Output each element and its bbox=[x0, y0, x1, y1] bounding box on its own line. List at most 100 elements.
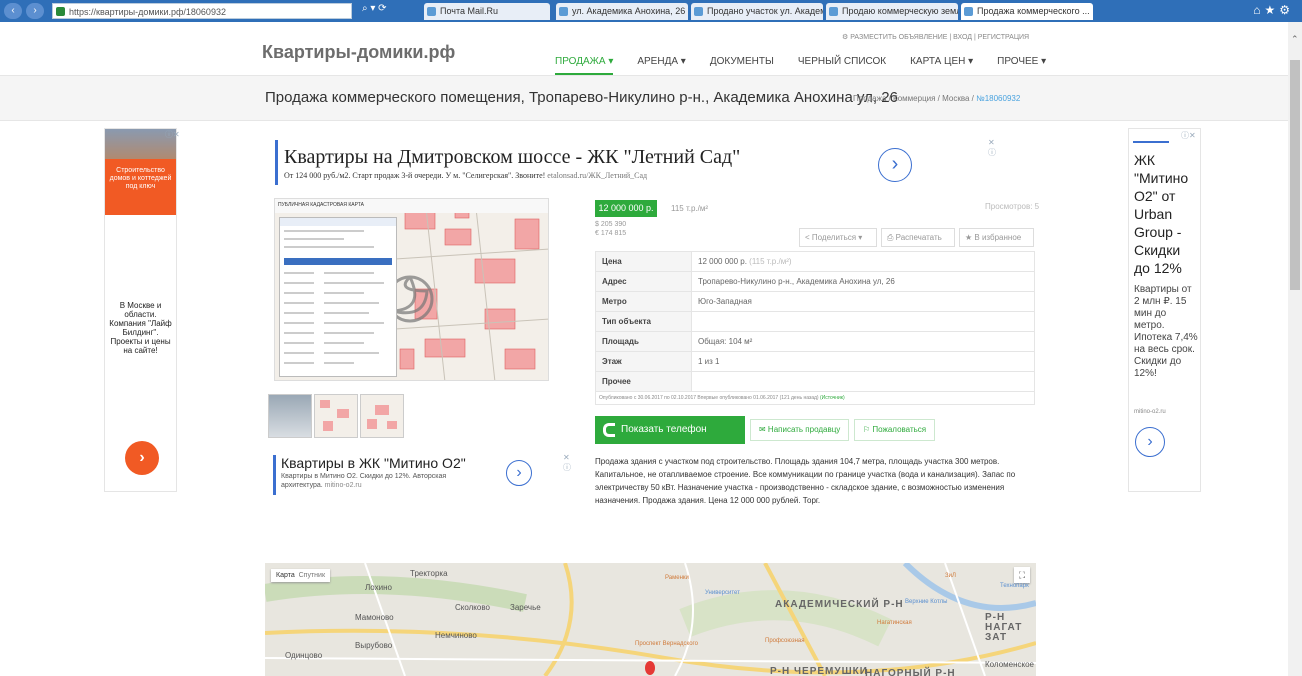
ad-close-icon[interactable]: ✕ ⓘ bbox=[563, 453, 571, 473]
map-poi: Раменки bbox=[665, 575, 689, 581]
map-label: Вырубово bbox=[355, 641, 393, 650]
cadastral-panel-rows bbox=[280, 218, 396, 364]
ad-info-icon[interactable]: ⓘ✕ bbox=[165, 129, 180, 140]
currency-prices: $ 205 390 € 174 815 bbox=[595, 220, 626, 238]
map-type-satellite[interactable]: Спутник bbox=[299, 572, 325, 579]
map-district-label: Р-Н НАГАТ ЗАТ bbox=[985, 612, 1023, 643]
forward-icon[interactable]: › bbox=[26, 3, 44, 19]
views-count: Просмотров: 5 bbox=[985, 202, 1040, 211]
map-poi: ЗиЛ bbox=[945, 573, 956, 579]
ad-close-icon[interactable]: ✕ ⓘ bbox=[988, 138, 996, 158]
nav-other[interactable]: ПРОЧЕЕ ▾ bbox=[997, 56, 1046, 75]
photo-thumbnail-3[interactable] bbox=[360, 394, 404, 438]
ad2-arrow-icon[interactable]: › bbox=[506, 460, 532, 486]
nav-price-map[interactable]: КАРТА ЦЕН ▾ bbox=[910, 56, 973, 75]
ad2-headline[interactable]: Квартиры в ЖК "Митино О2" bbox=[281, 455, 466, 471]
page-scrollbar[interactable]: ⌃ bbox=[1288, 22, 1302, 676]
photo-thumbnail-2[interactable] bbox=[314, 394, 358, 438]
page-title: Продажа коммерческого помещения, Тропаре… bbox=[265, 89, 898, 106]
details-row-floor: Этаж 1 из 1 bbox=[596, 352, 1034, 372]
map-poi: Верхние Котлы bbox=[905, 599, 948, 605]
banner-arrow-icon[interactable]: › bbox=[878, 148, 912, 182]
published-info: Опубликовано с 30.06.2017 по 02.10.2017 … bbox=[599, 395, 845, 401]
map-label: Заречье bbox=[510, 603, 541, 612]
map-label: Лохино bbox=[365, 583, 392, 592]
price-eur: € 174 815 bbox=[595, 230, 627, 237]
breadcrumb-path[interactable]: Продажа / Коммерция / Москва / bbox=[853, 94, 976, 103]
location-map[interactable]: Карта Спутник ⛶ Тректорка Лохино Мамонов… bbox=[265, 563, 1036, 676]
tab-2[interactable]: ул. Академика Анохина, 26 п... bbox=[556, 3, 688, 20]
map-poi: Проспект Вернадского bbox=[635, 641, 698, 647]
address-bar[interactable]: https://квартиры-домики.рф/18060932 bbox=[52, 3, 352, 19]
back-icon[interactable]: ‹ bbox=[4, 3, 22, 19]
tab-favicon-icon bbox=[694, 7, 703, 16]
site-icon bbox=[56, 7, 65, 16]
refresh-icon[interactable]: ⌕ ▾ ⟳ bbox=[362, 3, 387, 14]
tab-favicon-icon bbox=[559, 7, 568, 16]
source-link[interactable]: (Источник) bbox=[820, 395, 845, 401]
thumb-map-graphic bbox=[320, 400, 349, 431]
ad-info-icon[interactable]: ⓘ✕ bbox=[1181, 130, 1196, 141]
browser-home-star-gear-icons[interactable]: ⌂★⚙ bbox=[1253, 3, 1294, 17]
show-phone-button[interactable]: Показать телефон bbox=[595, 416, 745, 444]
ad-arrow-icon[interactable]: › bbox=[1135, 427, 1165, 457]
banner-ad[interactable]: Квартиры на Дмитровском шоссе - ЖК "Летн… bbox=[275, 140, 1005, 185]
left-ad[interactable]: Строительство домов и коттеджей под ключ… bbox=[104, 128, 177, 492]
write-seller-button[interactable]: ✉ Написать продавцу bbox=[750, 419, 850, 441]
account-links[interactable]: ⚙ РАЗМЕСТИТЬ ОБЪЯВЛЕНИЕ | ВХОД | РЕГИСТР… bbox=[842, 33, 1029, 41]
map-label: Одинцово bbox=[285, 651, 323, 660]
map-label: Мамоново bbox=[355, 613, 394, 622]
address-url: https://квартиры-домики.рф/18060932 bbox=[69, 7, 226, 17]
details-row-other: Прочее bbox=[596, 372, 1034, 392]
details-row-price: Цена 12 000 000 р. (115 т.р./м²) bbox=[596, 252, 1034, 272]
cadastral-map-image[interactable]: ПУБЛИЧНАЯ КАДАСТРОВАЯ КАРТА bbox=[274, 198, 549, 381]
nav-rent[interactable]: АРЕНДА ▾ bbox=[637, 56, 685, 75]
thumb-map-graphic bbox=[367, 405, 397, 429]
details-row-type: Тип объекта bbox=[596, 312, 1034, 332]
map-district-label: НАГОРНЫЙ Р-Н bbox=[865, 668, 956, 676]
map-label: Сколково bbox=[455, 603, 490, 612]
ad-orange-banner: Строительство домов и коттеджей под ключ bbox=[105, 159, 176, 215]
map-pin-icon[interactable] bbox=[645, 661, 655, 675]
site-logo[interactable]: Квартиры-домики.рф bbox=[262, 42, 455, 63]
tab-4[interactable]: Продаю коммерческую земл... bbox=[826, 3, 958, 20]
share-button[interactable]: < Поделиться ▾ bbox=[799, 228, 877, 247]
tab-favicon-icon bbox=[964, 7, 973, 16]
map-poi: Профсоюзная bbox=[765, 638, 805, 644]
banner-text: От 124 000 руб./м2. Старт продаж 3-й оче… bbox=[284, 171, 648, 180]
favorite-button[interactable]: ★ В избранное bbox=[959, 228, 1034, 247]
map-district-label: Р-Н ЧЕРЕМУШКИ bbox=[770, 666, 868, 676]
tab-3[interactable]: Продано участок ул. Академи... bbox=[691, 3, 823, 20]
ad2-text: Квартиры в Митино О2. Скидки до 12%. Авт… bbox=[281, 473, 447, 489]
nav-documents[interactable]: ДОКУМЕНТЫ bbox=[710, 56, 774, 75]
main-nav: ПРОДАЖА ▾ АРЕНДА ▾ ДОКУМЕНТЫ ЧЕРНЫЙ СПИС… bbox=[555, 56, 1070, 75]
photo-thumbnail-1[interactable] bbox=[268, 394, 312, 438]
map-type-map[interactable]: Карта bbox=[276, 572, 295, 579]
tab-mail[interactable]: Почта Mail.Ru bbox=[424, 3, 550, 20]
banner-domain[interactable]: etalonsad.ru/ЖК_Летний_Сад bbox=[547, 171, 647, 180]
map-label: Тректорка bbox=[410, 569, 448, 578]
scroll-thumb[interactable] bbox=[1290, 60, 1300, 290]
print-button[interactable]: ⎙ Распечатать bbox=[881, 228, 955, 247]
listing-id: №18060932 bbox=[976, 94, 1021, 103]
mitino-ad[interactable]: Квартиры в ЖК "Митино О2" Квартиры в Мит… bbox=[273, 455, 533, 495]
fullscreen-icon[interactable]: ⛶ bbox=[1014, 567, 1030, 583]
map-type-toggle[interactable]: Карта Спутник bbox=[271, 569, 331, 582]
ad-arrow-icon[interactable]: › bbox=[125, 441, 159, 475]
map-poi: Технопарк bbox=[1000, 583, 1029, 589]
ad2-domain[interactable]: mitino-o2.ru bbox=[325, 482, 362, 489]
cadastral-map-header: ПУБЛИЧНАЯ КАДАСТРОВАЯ КАРТА bbox=[275, 199, 548, 213]
nav-blacklist[interactable]: ЧЕРНЫЙ СПИСОК bbox=[798, 56, 886, 75]
scroll-up-icon[interactable]: ⌃ bbox=[1291, 34, 1299, 45]
nav-sale[interactable]: ПРОДАЖА ▾ bbox=[555, 56, 614, 75]
map-district-label: АКАДЕМИЧЕСКИЙ Р-Н bbox=[775, 599, 904, 610]
price-usd: $ 205 390 bbox=[595, 221, 627, 228]
complain-button[interactable]: ⚐ Пожаловаться bbox=[854, 419, 936, 441]
ad-domain[interactable]: mitino-o2.ru bbox=[1134, 409, 1166, 415]
banner-headline[interactable]: Квартиры на Дмитровском шоссе - ЖК "Летн… bbox=[284, 146, 740, 169]
right-ad[interactable]: ⓘ✕ ЖК "Митино О2" от Urban Group - Скидк… bbox=[1128, 128, 1201, 492]
ad-accent-bar bbox=[1133, 141, 1169, 143]
tab-active[interactable]: Продажа коммерческого ... bbox=[961, 3, 1093, 20]
price-per-sqm: 115 т.р./м² bbox=[671, 204, 709, 213]
tab-favicon-icon bbox=[829, 7, 838, 16]
